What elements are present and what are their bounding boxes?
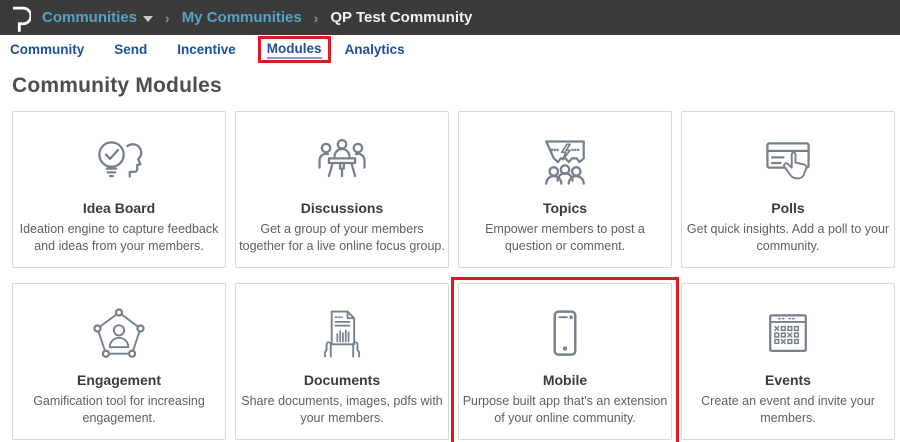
card-description: Get quick insights. Add a poll to your c… xyxy=(685,221,891,255)
community-tab-bar: Community Send Incentive Modules Analyti… xyxy=(0,35,900,63)
card-title: Mobile xyxy=(543,372,587,388)
card-discussions-wrap: Discussions Get a group of your members … xyxy=(235,111,449,268)
discussions-icon xyxy=(312,130,372,196)
card-polls-wrap: Polls Get quick insights. Add a poll to … xyxy=(681,111,895,268)
card-engagement-wrap: Engagement Gamification tool for increas… xyxy=(12,283,226,440)
card-idea-board-wrap: Idea Board Ideation engine to capture fe… xyxy=(12,111,226,268)
documents-icon xyxy=(312,302,372,368)
tab-send[interactable]: Send xyxy=(114,38,147,61)
card-engagement[interactable]: Engagement Gamification tool for increas… xyxy=(12,283,226,440)
chevron-down-icon xyxy=(143,16,153,22)
events-icon xyxy=(758,302,818,368)
card-topics[interactable]: Topics Empower members to post a questio… xyxy=(458,111,672,268)
breadcrumb-separator: › xyxy=(163,10,172,26)
card-mobile[interactable]: Mobile Purpose built app that's an exten… xyxy=(458,283,672,440)
tab-modules[interactable]: Modules xyxy=(267,37,322,60)
card-title: Topics xyxy=(543,200,587,216)
engagement-icon xyxy=(89,302,149,368)
card-events[interactable]: Events Create an event and invite your m… xyxy=(681,283,895,440)
card-description: Ideation engine to capture feedback and … xyxy=(16,221,222,255)
tab-incentive[interactable]: Incentive xyxy=(177,38,236,61)
tab-analytics[interactable]: Analytics xyxy=(345,38,405,61)
card-mobile-wrap: Mobile Purpose built app that's an exten… xyxy=(458,283,672,440)
card-description: Create an event and invite your members. xyxy=(685,393,891,427)
communities-menu[interactable]: Communities xyxy=(42,9,153,26)
page-title: Community Modules xyxy=(12,74,900,98)
polls-icon xyxy=(758,130,818,196)
modules-grid: Idea Board Ideation engine to capture fe… xyxy=(12,111,895,440)
card-description: Purpose built app that's an extension of… xyxy=(462,393,668,427)
topics-icon xyxy=(535,130,595,196)
card-description: Gamification tool for increasing engagem… xyxy=(16,393,222,427)
card-title: Idea Board xyxy=(83,200,155,216)
card-title: Events xyxy=(765,372,811,388)
modules-tab-highlight-box: Modules xyxy=(258,36,331,63)
card-description: Empower members to post a question or co… xyxy=(462,221,668,255)
tab-community[interactable]: Community xyxy=(10,38,84,61)
mobile-icon xyxy=(535,302,595,368)
card-title: Documents xyxy=(304,372,380,388)
card-documents-wrap: Documents Share documents, images, pdfs … xyxy=(235,283,449,440)
card-idea-board[interactable]: Idea Board Ideation engine to capture fe… xyxy=(12,111,226,268)
idea-board-icon xyxy=(89,130,149,196)
card-title: Polls xyxy=(771,200,804,216)
card-title: Discussions xyxy=(301,200,383,216)
card-polls[interactable]: Polls Get quick insights. Add a poll to … xyxy=(681,111,895,268)
card-description: Share documents, images, pdfs with your … xyxy=(239,393,445,427)
card-description: Get a group of your members together for… xyxy=(239,221,445,255)
app-logo-p-icon[interactable] xyxy=(10,5,32,31)
breadcrumb-separator: › xyxy=(312,10,321,26)
card-events-wrap: Events Create an event and invite your m… xyxy=(681,283,895,440)
breadcrumb-my-communities[interactable]: My Communities xyxy=(182,9,302,26)
breadcrumb-current-community: QP Test Community xyxy=(330,9,472,26)
top-header-bar: Communities › My Communities › QP Test C… xyxy=(0,0,900,35)
card-discussions[interactable]: Discussions Get a group of your members … xyxy=(235,111,449,268)
communities-menu-label: Communities xyxy=(42,9,137,26)
card-title: Engagement xyxy=(77,372,161,388)
card-documents[interactable]: Documents Share documents, images, pdfs … xyxy=(235,283,449,440)
card-topics-wrap: Topics Empower members to post a questio… xyxy=(458,111,672,268)
